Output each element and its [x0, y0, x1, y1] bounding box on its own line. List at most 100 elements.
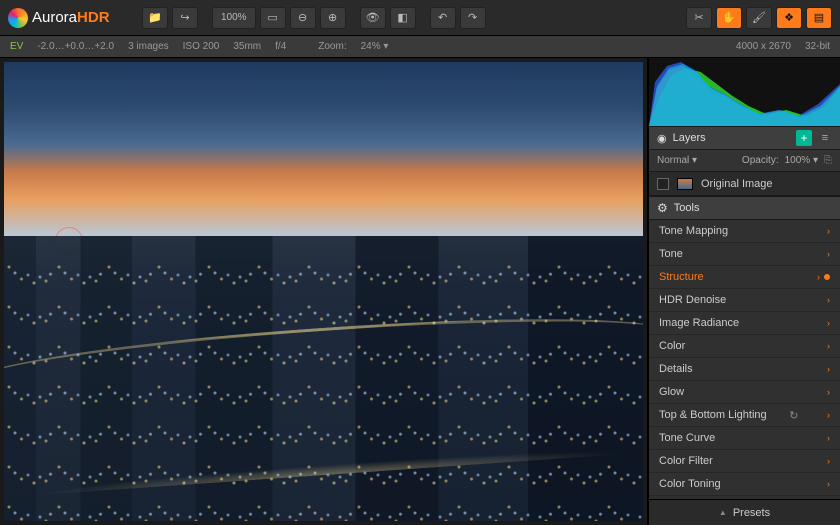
opacity-label: Opacity: [742, 155, 779, 166]
preview-button[interactable]: 👁 [360, 7, 386, 29]
image-count: 3 images [128, 41, 169, 52]
tool-label: Tone Curve [659, 432, 715, 444]
link-icon[interactable]: ⎘ [824, 155, 832, 166]
hand-icon: ✋ [722, 11, 736, 24]
tool-row-glow[interactable]: Glow › [649, 381, 840, 404]
redo-icon: ↷ [468, 11, 477, 24]
chevron-right-icon: › [827, 387, 830, 397]
tools-header: Tools [649, 196, 840, 220]
tool-row-color[interactable]: Color› [649, 335, 840, 358]
tool-row-color-toning[interactable]: Color Toning › [649, 473, 840, 496]
tool-label: Glow [659, 386, 684, 398]
eye-icon: 👁 [366, 11, 380, 24]
zoom-value-dropdown[interactable]: 24% ▾ [361, 41, 389, 52]
gear-icon [657, 201, 668, 215]
zoom-100-button[interactable]: 100% [212, 7, 256, 29]
chevron-right-icon: › [827, 479, 830, 489]
tools-list: Tone Mapping › Tone › Structure › HDR Denoise ›… [649, 220, 840, 499]
tool-row-top-bottom-lighting[interactable]: Top & Bottom Lighting ↻ › [649, 404, 840, 427]
chevron-right-icon: › [827, 364, 830, 374]
compare-icon: ◧ [397, 11, 407, 24]
layer-checkbox[interactable] [657, 178, 669, 190]
add-layer-button[interactable]: + [796, 130, 812, 146]
bit-depth: 32-bit [805, 41, 830, 52]
panel-toggle-button[interactable]: ▤ [806, 7, 832, 29]
fit-screen-button[interactable]: ▭ [260, 7, 286, 29]
compare-button[interactable]: ◧ [390, 7, 416, 29]
tool-row-details[interactable]: Details › [649, 358, 840, 381]
right-panel: Layers + ≡ Normal ▾ Opacity: 100% ▾ ⎘ Or… [648, 58, 840, 525]
tool-label: Structure [659, 271, 704, 283]
blend-mode-dropdown[interactable]: Normal ▾ [657, 155, 697, 166]
presets-label: Presets [733, 507, 770, 519]
brush-icon: 🖌 [752, 11, 766, 24]
chevron-right-icon: › [817, 272, 820, 282]
chevron-right-icon: › [827, 410, 830, 420]
zoom-in-icon: ⊕ [328, 11, 337, 24]
layer-name: Original Image [701, 178, 773, 190]
image-dimensions: 4000 x 2670 [736, 41, 791, 52]
panel-icon: ▤ [814, 11, 824, 24]
chevron-right-icon: › [827, 318, 830, 328]
info-bar: EV -2.0…+0.0…+2.0 3 images ISO 200 35mm … [0, 36, 840, 58]
cycle-icon[interactable]: ↻ [789, 409, 798, 422]
tool-row-tone[interactable]: Tone › [649, 243, 840, 266]
tool-label: Color Toning [659, 478, 721, 490]
logo-text: AuroraHDR [32, 9, 110, 26]
layer-item[interactable]: Original Image [649, 172, 840, 196]
tool-label: Image Radiance [659, 317, 739, 329]
zoom-label: Zoom: [318, 41, 346, 52]
tool-row-structure[interactable]: Structure › [649, 266, 840, 289]
layers-title: Layers [673, 132, 706, 144]
brush-button[interactable]: 🖌 [746, 7, 772, 29]
layer-blend-row: Normal ▾ Opacity: 100% ▾ ⎘ [649, 150, 840, 172]
share-icon: ↪ [180, 11, 189, 24]
opacity-dropdown[interactable]: 100% ▾ [785, 155, 818, 166]
tool-label: Tone [659, 248, 683, 260]
app-logo: AuroraHDR [8, 4, 128, 32]
undo-icon: ↶ [438, 11, 447, 24]
chevron-right-icon: › [827, 295, 830, 305]
tool-label: Top & Bottom Lighting [659, 409, 767, 421]
layers-toggle-button[interactable]: ❖ [776, 7, 802, 29]
fit-icon: ▭ [267, 11, 277, 24]
chevron-up-icon: ▲ [719, 508, 727, 517]
hand-tool-button[interactable]: ✋ [716, 7, 742, 29]
layers-header: Layers + ≡ [649, 126, 840, 150]
logo-mark-icon [8, 8, 28, 28]
tool-label: Color Filter [659, 455, 713, 467]
layer-thumb [677, 178, 693, 190]
chevron-right-icon: › [827, 456, 830, 466]
active-dot-icon [824, 274, 830, 280]
zoom-out-button[interactable]: ⊖ [290, 7, 316, 29]
tool-row-color-filter[interactable]: Color Filter › [649, 450, 840, 473]
presets-toggle[interactable]: ▲ Presets [649, 499, 840, 525]
image-canvas[interactable] [0, 58, 648, 525]
crop-button[interactable]: ✂ [686, 7, 712, 29]
ev-values: -2.0…+0.0…+2.0 [37, 41, 114, 52]
tool-label: Tone Mapping [659, 225, 728, 237]
redo-button[interactable]: ↷ [460, 7, 486, 29]
tool-label: HDR Denoise [659, 294, 726, 306]
zoom-in-button[interactable]: ⊕ [320, 7, 346, 29]
tools-title: Tools [674, 202, 700, 214]
histogram[interactable] [649, 58, 840, 126]
tool-row-tone-mapping[interactable]: Tone Mapping › [649, 220, 840, 243]
undo-button[interactable]: ↶ [430, 7, 456, 29]
visibility-icon[interactable] [657, 132, 667, 145]
scissors-icon: ✂ [694, 11, 703, 24]
focal-length: 35mm [233, 41, 261, 52]
ev-label: EV [10, 41, 23, 52]
tool-row-tone-curve[interactable]: Tone Curve › [649, 427, 840, 450]
main-toolbar: AuroraHDR 📁 ↪ 100% ▭ ⊖ ⊕ 👁 ◧ ↶ ↷ ✂ ✋ 🖌 ❖… [0, 0, 840, 36]
chevron-right-icon: › [827, 249, 830, 259]
layers-menu-button[interactable]: ≡ [818, 132, 832, 144]
tool-row-hdr-denoise[interactable]: HDR Denoise › [649, 289, 840, 312]
chevron-right-icon: › [827, 226, 830, 236]
chevron-right-icon: › [827, 433, 830, 443]
tool-label: Details [659, 363, 693, 375]
open-button[interactable]: 📁 [142, 7, 168, 29]
chevron-right-icon: › [827, 341, 830, 351]
export-button[interactable]: ↪ [172, 7, 198, 29]
tool-row-image-radiance[interactable]: Image Radiance › [649, 312, 840, 335]
